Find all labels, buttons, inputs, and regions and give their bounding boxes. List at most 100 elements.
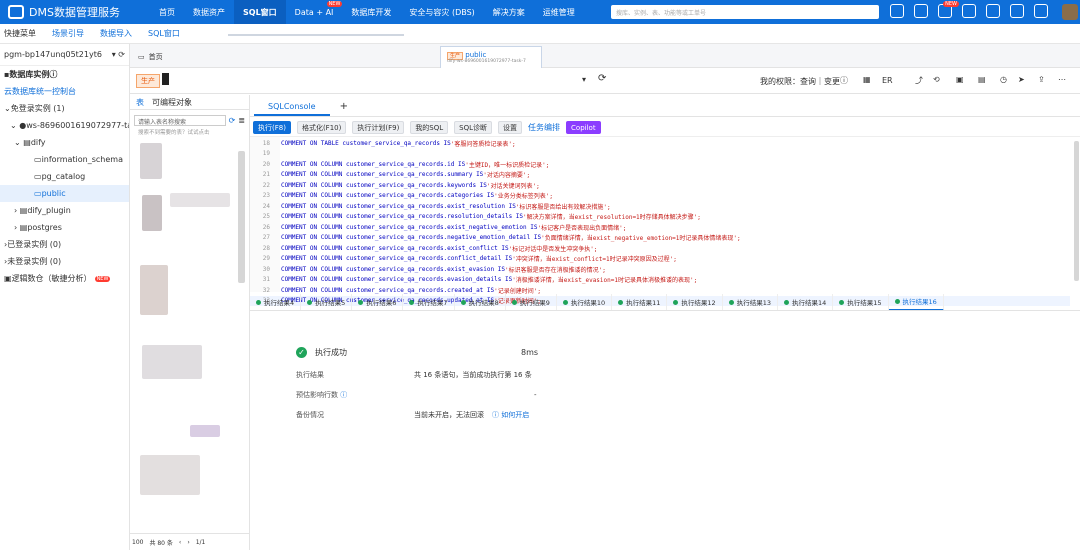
result-tab[interactable]: 执行结果4 [250,294,302,310]
app-logo[interactable]: DMS数据管理服务 [0,4,150,20]
monitor-icon[interactable]: ▤ [978,75,986,84]
db-selector[interactable] [162,73,169,85]
exec-time: 8ms [521,347,539,357]
tab-sqlconsole[interactable]: SQLConsole [254,98,330,116]
quick-menu-button[interactable]: 快捷菜单 [4,28,36,39]
refresh-icon[interactable]: ⟳ [598,73,606,84]
success-dot-icon [358,299,364,305]
nav-solutions[interactable]: 解决方案 [484,0,534,24]
code-line: 18 COMMENT ON TABLE customer_service_qa_r… [262,139,516,148]
result-tabs: 执行结果4 执行结果5 执行结果6 执行结果7 执行结果8 执行结果9 执行结果10 执行结果… [250,294,1080,311]
result-tab[interactable]: 执行结果5 [301,294,353,310]
result-tab[interactable]: 执行结果9 [506,294,557,310]
message-icon[interactable]: NEW [938,1,959,18]
list-icon[interactable]: ≣ [238,116,245,125]
tab-home[interactable]: ▭ 首页 [132,46,232,68]
console-link[interactable]: 云数据库统一控制台 [0,83,129,100]
pagination: 100 共 80 条 ‹ › 1/1 [130,533,250,550]
docs-icon[interactable] [986,4,1000,18]
result-tab[interactable]: 执行结果10 [557,294,613,310]
result-tab[interactable]: 执行结果15 [833,294,889,310]
result-tab[interactable]: 执行结果11 [612,294,668,310]
dms-logo-icon [8,5,24,19]
result-tab[interactable]: 执行结果14 [778,294,834,310]
info-icon[interactable]: ⓘ [840,75,848,86]
robot-icon[interactable] [962,4,976,18]
settings-button[interactable]: 设置 [498,121,523,134]
result-value: 共 16 条语句，当前成功执行第 16 条 [414,371,532,379]
scrollbar[interactable] [238,151,245,283]
tab-public[interactable]: 生产 public dify-ws-8696001619072977-task-… [440,46,542,68]
nav-home[interactable]: 首页 [150,0,184,24]
er-button[interactable]: ER [882,76,893,85]
tree-logic[interactable]: ▣ 逻辑数仓（敏捷分析） NEW [0,270,129,287]
tree-db-dify[interactable]: ⌄ ▤ dify [0,134,129,151]
result-tab[interactable]: 执行结果8 [455,294,506,310]
result-tab[interactable]: 执行结果7 [403,294,455,310]
global-search-input[interactable]: 搜库、实例、表、功能等或工单号 [611,5,879,19]
tree-ws[interactable]: ⌄ ● ws-8696001619072977-task-7ee [0,117,129,134]
share-icon[interactable]: ⇪ [1038,75,1045,84]
code-line: 27 COMMENT ON COLUMN customer_service_qa_… [262,234,741,243]
tree-db[interactable]: › ▤ postgres [0,219,129,236]
dropdown-icon[interactable]: ▾ [582,75,586,84]
grid-icon[interactable] [890,4,904,18]
format-button[interactable]: 格式化(F10) [296,121,347,134]
tab-programmable[interactable]: 可编程对象 [152,97,192,108]
nav-db-dev[interactable]: 数据库开发 [342,0,400,24]
success-dot-icon [409,299,415,305]
subnav-scene-guide[interactable]: 场景引导 [52,28,84,39]
avatar[interactable] [1062,4,1078,20]
instance-selector[interactable]: pgm-bp147unq05t21yt6 ▾ ⟳ [0,44,129,66]
sql-diagnose-button[interactable]: SQL诊断 [454,121,493,134]
tree-logged[interactable]: ⌄ 免登录实例 (1) [0,100,129,117]
export-icon[interactable]: ⤴ [915,75,923,86]
table-icon[interactable]: ▦ [863,75,871,84]
tree-schema[interactable]: ▭ information_schema [0,151,129,168]
tree-notlogged[interactable]: › 未登录实例 (0) [0,253,129,270]
nav-security[interactable]: 安全与容灾 (DBS) [400,0,483,24]
execute-button[interactable]: 执行(F8) [253,121,291,134]
subnav-data-import[interactable]: 数据导入 [100,28,132,39]
nav-data-ai[interactable]: Data + AI NEW [286,0,343,24]
how-to-enable-link[interactable]: ⓘ 如何开启 [492,410,529,420]
nav-ops[interactable]: 运维管理 [534,0,584,24]
help-icon[interactable] [1010,4,1024,18]
copilot-button[interactable]: Copilot [566,121,601,134]
result-tab[interactable]: 执行结果13 [723,294,778,310]
next-page-button[interactable]: › [187,539,189,546]
tree-db[interactable]: › ▤ dify_plugin [0,202,129,219]
page-size-select[interactable]: 100 [132,539,143,546]
editor-scrollbar[interactable] [1074,141,1079,281]
refresh-icon[interactable]: ⟳ [229,116,236,125]
explain-button[interactable]: 执行计划(F9) [352,121,405,134]
tree-loggedin[interactable]: › 已登录实例 (0) [0,236,129,253]
subnav-sql-window[interactable]: SQL窗口 [148,28,180,39]
nav-sql-window[interactable]: SQL窗口 [234,0,286,24]
tree-schema[interactable]: ▭ pg_catalog [0,168,129,185]
sql-editor[interactable]: 18 COMMENT ON TABLE customer_service_qa_r… [250,136,1080,306]
result-tab[interactable]: 执行结果16 [888,294,944,310]
result-tab[interactable]: 执行结果12 [667,294,723,310]
nav-data-assets[interactable]: 数据资产 [184,0,234,24]
prev-page-button[interactable]: ‹ [179,539,181,546]
tab-tables[interactable]: 表 [136,97,144,108]
gear-icon[interactable] [1034,4,1048,18]
tasks-icon[interactable] [914,4,928,18]
report-icon[interactable]: ▣ [956,75,964,84]
add-tab-icon[interactable]: + [330,101,358,116]
result-tab[interactable]: 执行结果6 [352,294,404,310]
tree-schema-selected[interactable]: ▭ public [0,185,129,202]
success-dot-icon [728,299,734,305]
more-icon[interactable]: ⋯ [1058,75,1066,84]
backup-label: 备份情况 [296,411,324,419]
sync-icon[interactable]: ⟲ [933,75,940,84]
send-icon[interactable]: ➤ [1018,75,1025,84]
my-sql-button[interactable]: 我的SQL [410,121,449,134]
table-search-input[interactable]: 请输入表名称搜索 [134,115,226,126]
success-dot-icon [562,299,568,305]
task-orchestration-link[interactable]: 任务编排 [528,122,560,133]
context-bar: 生产 ▾ ⟳ 我的权限：查询｜变更 ⓘ ▦ ER ⤴ ⟲ ▣ ▤ ◷ ➤ ⇪ ⋯ [130,68,1080,94]
chart-icon[interactable]: ◷ [1000,75,1007,84]
search-hint: 搜索不到需要的表？试试点击 [138,130,210,136]
